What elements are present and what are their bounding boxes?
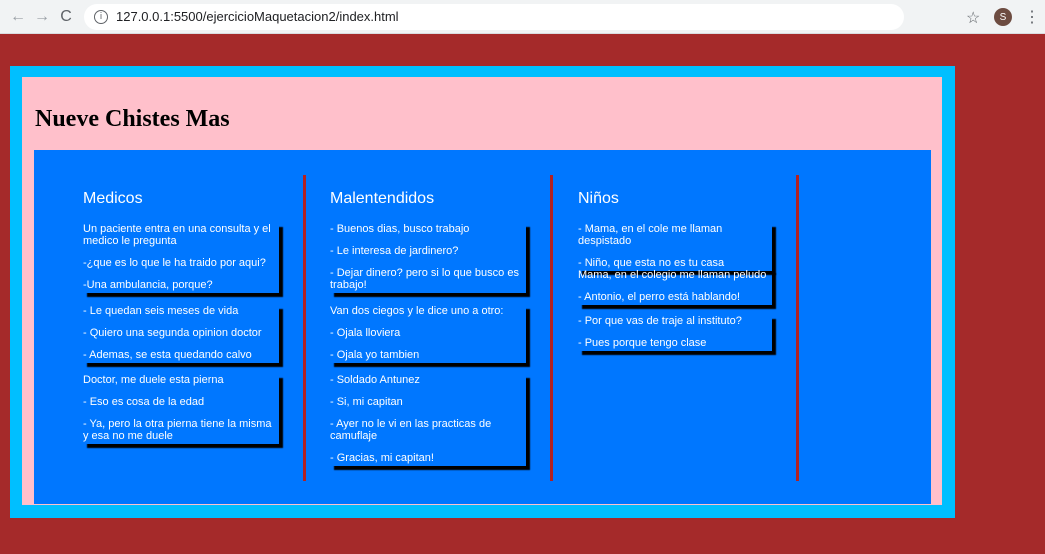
address-bar[interactable]: i 127.0.0.1:5500/ejercicioMaquetacion2/i… [84,3,904,30]
browser-toolbar: ← → C i 127.0.0.1:5500/ejercicioMaquetac… [0,0,1045,34]
column-heading: Medicos [83,190,143,207]
column-heading: Malentendidos [330,190,435,207]
joke-line: - Dejar dinero? pero si lo que busco es … [330,267,519,291]
joke-line: - Por que vas de traje al instituto? [578,315,742,327]
back-arrow-icon[interactable]: ← [8,7,28,27]
reload-icon[interactable]: C [56,7,76,27]
forward-arrow-icon[interactable]: → [32,7,52,27]
joke-card: Un paciente entra en una consulta y el m… [83,223,279,293]
joke-card: - Por que vas de traje al instituto? - P… [578,315,772,351]
joke-card: Mama, en el colegio me llaman peludo - A… [578,269,772,305]
url-text: 127.0.0.1:5500/ejercicioMaquetacion2/ind… [116,9,399,24]
joke-line: - Soldado Antunez [330,374,420,386]
joke-card: - Soldado Antunez - Si, mi capitan - Aye… [330,374,526,466]
joke-line: - Antonio, el perro está hablando! [578,291,741,303]
page-title: Nueve Chistes Mas [35,106,230,132]
joke-line: - Si, mi capitan [330,396,403,408]
joke-line: - Quiero una segunda opinion doctor [83,327,262,339]
joke-line: - Ademas, se esta quedando calvo [83,349,252,361]
joke-line: Doctor, me duele esta pierna [83,374,224,386]
joke-line: - Ya, pero la otra pierna tiene la misma… [83,418,272,442]
joke-line: -Una ambulancia, porque? [83,279,213,291]
joke-line: - Gracias, mi capitan! [330,452,434,464]
column-medicos: Medicos Un paciente entra en una consult… [60,175,306,481]
joke-line: - Niño, que esta no es tu casa [578,257,725,269]
column-heading: Niños [578,190,619,207]
joke-line: - Le interesa de jardinero? [330,245,459,257]
joke-line: - Mama, en el cole me llaman despistado [578,223,723,247]
joke-line: Un paciente entra en una consulta y el m… [83,223,271,247]
joke-line: - Ojala yo tambien [330,349,420,361]
joke-card: - Buenos dias, busco trabajo - Le intere… [330,223,526,293]
joke-line: - Ayer no le vi en las practicas de camu… [330,418,492,442]
joke-line: -¿que es lo que le ha traido por aqui? [83,257,266,269]
column-malentendidos: Malentendidos - Buenos dias, busco traba… [305,175,553,481]
joke-card: - Mama, en el cole me llaman despistado … [578,223,772,271]
joke-line: - Le quedan seis meses de vida [83,305,239,317]
joke-card: - Le quedan seis meses de vida - Quiero … [83,305,279,363]
joke-line: - Eso es cosa de la edad [83,396,205,408]
column-ninos: Niños - Mama, en el cole me llaman despi… [552,175,799,481]
joke-line: Mama, en el colegio me llaman peludo [578,269,767,281]
joke-line: - Ojala lloviera [330,327,401,339]
joke-line: - Buenos dias, busco trabajo [330,223,470,235]
kebab-menu-icon[interactable]: ⋮ [1024,7,1040,27]
joke-line: Van dos ciegos y le dice uno a otro: [330,305,504,317]
joke-line: - Pues porque tengo clase [578,337,707,349]
bookmark-star-icon[interactable]: ☆ [966,8,980,28]
info-icon[interactable]: i [94,9,108,24]
profile-avatar[interactable]: S [994,8,1012,26]
joke-card: Van dos ciegos y le dice uno a otro: - O… [330,305,526,363]
joke-card: Doctor, me duele esta pierna - Eso es co… [83,374,279,444]
